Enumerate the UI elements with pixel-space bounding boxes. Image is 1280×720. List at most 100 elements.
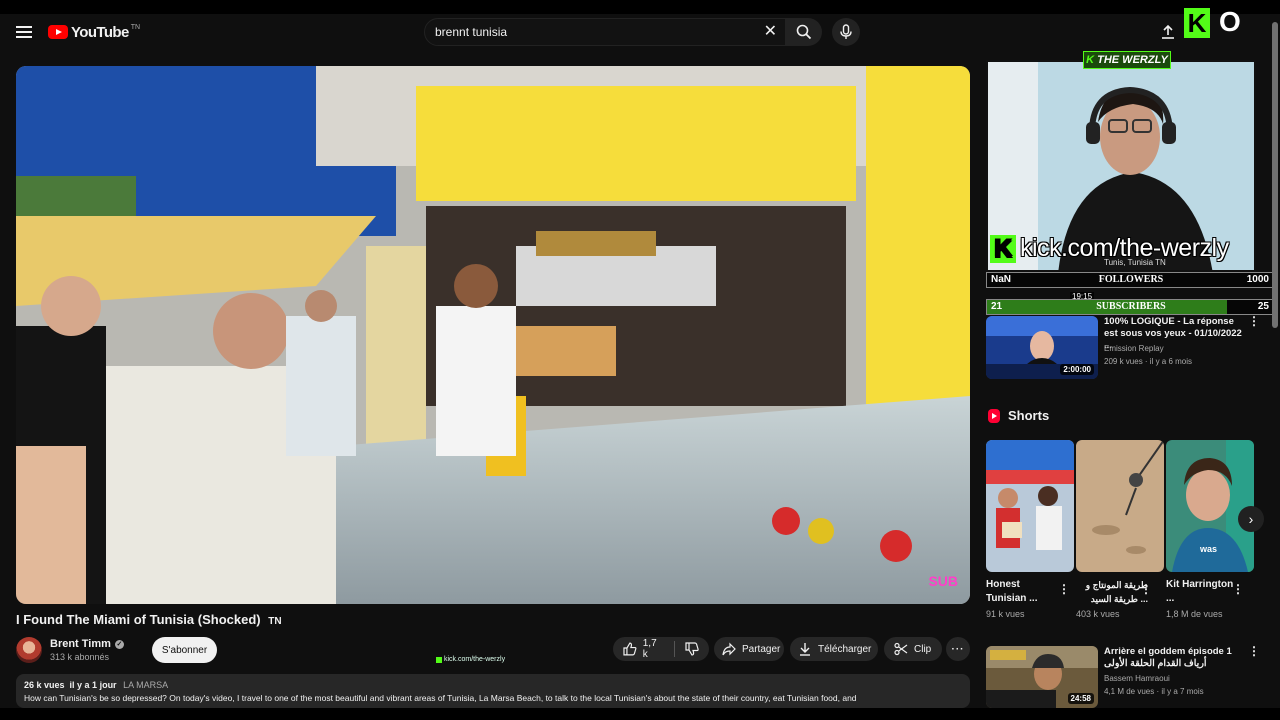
clip-label: Clip xyxy=(914,643,932,655)
letterbox-bottom xyxy=(0,708,1280,720)
share-label: Partager xyxy=(742,643,781,655)
list-item[interactable]: 24:58 Arrière el goddem épisode 1 أرياف … xyxy=(986,645,1260,708)
video-duration: 24:58 xyxy=(1067,693,1094,704)
short-thumbnail[interactable] xyxy=(1076,440,1164,572)
kick-logo-o: O xyxy=(1219,6,1241,37)
peek-text: Tunis, Tunisia TN xyxy=(1104,258,1166,267)
video-meta: 4,1 M de vues · il y a 7 mois xyxy=(1104,687,1204,696)
shorts-icon xyxy=(988,408,1000,423)
close-icon[interactable]: ✕ xyxy=(764,24,777,40)
more-icon[interactable]: ⋮ xyxy=(1140,582,1152,596)
banner-k: K xyxy=(1086,54,1095,66)
video-title: I Found The Miami of Tunisia (Shocked) T… xyxy=(16,612,282,627)
short-views: 1,8 M de vues xyxy=(1166,609,1223,619)
list-item[interactable]: 2:00:00 100% LOGIQUE - La réponse est so… xyxy=(986,315,1260,380)
followers-label: FOLLOWERS xyxy=(1098,274,1164,285)
location-tag[interactable]: LA MARSA xyxy=(123,680,168,690)
video-title[interactable]: Arrière el goddem épisode 1 أرياف القدام… xyxy=(1104,646,1244,670)
banner-text: THE WERZLY xyxy=(1097,54,1168,66)
video-duration: 2:00:00 xyxy=(1060,364,1094,375)
thumbnail-image xyxy=(1076,440,1164,572)
view-count: 26 k vues xyxy=(24,680,65,690)
scissors-icon xyxy=(894,642,908,656)
video-thumbnail[interactable]: 24:58 xyxy=(986,646,1098,708)
more-icon[interactable]: ⋮ xyxy=(1248,315,1260,327)
kick-mini-text: kick.com/the-werzly xyxy=(444,656,506,663)
video-owner: Brent Timm ✓ 313 k abonnés S'abonner xyxy=(16,634,218,666)
thumbs-up-icon xyxy=(623,642,637,656)
followers-goal-bar: NaN FOLLOWERS 1000 xyxy=(986,272,1274,288)
kick-logo: K xyxy=(1184,8,1210,38)
kick-icon xyxy=(436,656,442,663)
subscribers-goal-bar: 21 SUBSCRIBERS 25 xyxy=(986,299,1274,315)
more-icon[interactable]: ⋮ xyxy=(1232,582,1244,596)
short-title[interactable]: Kit Harrington ... xyxy=(1166,578,1238,606)
share-icon xyxy=(722,642,736,656)
avatar[interactable] xyxy=(16,637,42,663)
description-box[interactable]: 26 k vues il y a 1 jour LA MARSA How can… xyxy=(16,674,970,708)
shorts-title: Shorts xyxy=(1008,408,1050,423)
download-button[interactable]: Télécharger xyxy=(790,637,878,661)
search-button[interactable] xyxy=(786,18,822,46)
description-meta: 26 k vues il y a 1 jour LA MARSA xyxy=(24,680,962,690)
video-player[interactable]: SUB xyxy=(16,66,970,604)
shorts-next-button[interactable]: › xyxy=(1238,506,1264,532)
shorts-heading: Shorts xyxy=(988,408,1049,423)
subscribers-label: SUBSCRIBERS xyxy=(1096,301,1166,312)
more-icon: ··· xyxy=(951,643,965,655)
channel-name[interactable]: Bassem Hamraoui xyxy=(1104,674,1170,683)
short-item[interactable]: طريقة المونتاج و طريقة السيد ... 403 k v… xyxy=(1076,440,1164,619)
more-actions-button[interactable]: ··· xyxy=(946,637,970,661)
more-icon[interactable]: ⋮ xyxy=(1248,645,1260,657)
video-thumbnail[interactable]: 2:00:00 xyxy=(986,316,1098,379)
youtube-logo[interactable]: YouTube TN xyxy=(48,22,140,42)
short-views: 403 k vues xyxy=(1076,609,1120,619)
short-thumbnail[interactable]: was xyxy=(1166,440,1254,572)
upload-button[interactable] xyxy=(1158,22,1178,42)
more-icon[interactable]: ⋮ xyxy=(1058,582,1070,596)
menu-icon[interactable] xyxy=(14,22,34,42)
letterbox-top xyxy=(0,0,1280,14)
description-text: How can Tunisian's be so depressed? On t… xyxy=(24,693,857,703)
thumbs-down-icon xyxy=(685,642,699,656)
search-box: ✕ xyxy=(424,18,786,46)
short-item[interactable]: was Kit Harrington ... 1,8 M de vues ⋮ xyxy=(1166,440,1254,619)
short-title[interactable]: طريقة المونتاج و طريقة السيد ... xyxy=(1076,578,1148,606)
channel-subscriber-count: 313 k abonnés xyxy=(50,652,110,662)
kick-overlay-mini: kick.com/the-werzly xyxy=(436,656,505,663)
video-title-text: I Found The Miami of Tunisia (Shocked) xyxy=(16,612,261,627)
short-item[interactable]: Honest Tunisian ... 91 k vues ⋮ xyxy=(986,440,1074,619)
dislike-button[interactable] xyxy=(675,637,709,661)
channel-name[interactable]: Brent Timm ✓ xyxy=(50,638,124,650)
like-button[interactable]: 1,7 k xyxy=(613,637,674,661)
video-meta: 209 k vues · il y a 6 mois xyxy=(1104,357,1193,366)
short-title[interactable]: Honest Tunisian ... xyxy=(986,578,1058,606)
short-thumbnail[interactable] xyxy=(986,440,1074,572)
download-label: Télécharger xyxy=(818,643,872,655)
logo-text: YouTube xyxy=(71,23,129,41)
voice-search-button[interactable] xyxy=(832,18,860,46)
search-input[interactable] xyxy=(435,25,755,39)
subscribers-goal: 25 xyxy=(1257,301,1269,312)
channel-name-text[interactable]: Brent Timm xyxy=(50,638,111,650)
thumbnail-image xyxy=(986,440,1074,572)
video-frame xyxy=(16,66,970,604)
search-icon xyxy=(796,24,812,40)
channel-name[interactable]: Emission Replay xyxy=(1104,344,1164,353)
subscribe-button[interactable]: S'abonner xyxy=(151,637,218,663)
share-button[interactable]: Partager xyxy=(714,637,784,661)
logo-region: TN xyxy=(130,23,141,31)
clip-button[interactable]: Clip xyxy=(884,637,942,661)
chevron-right-icon: › xyxy=(1248,511,1254,527)
masthead: YouTube TN ✕ xyxy=(0,14,1280,50)
subscribe-watermark[interactable]: SUB xyxy=(928,574,958,588)
like-count: 1,7 k xyxy=(642,638,657,660)
upload-icon xyxy=(1162,24,1174,39)
scrollbar[interactable] xyxy=(1272,22,1278,328)
kick-url-k: K xyxy=(990,234,1016,263)
like-dislike-group: 1,7 k xyxy=(613,637,709,661)
channel-info: Brent Timm ✓ 313 k abonnés xyxy=(50,638,124,662)
verified-icon: ✓ xyxy=(114,639,124,649)
streamer-banner: K THE WERZLY xyxy=(1083,51,1171,69)
mic-icon xyxy=(840,24,852,39)
